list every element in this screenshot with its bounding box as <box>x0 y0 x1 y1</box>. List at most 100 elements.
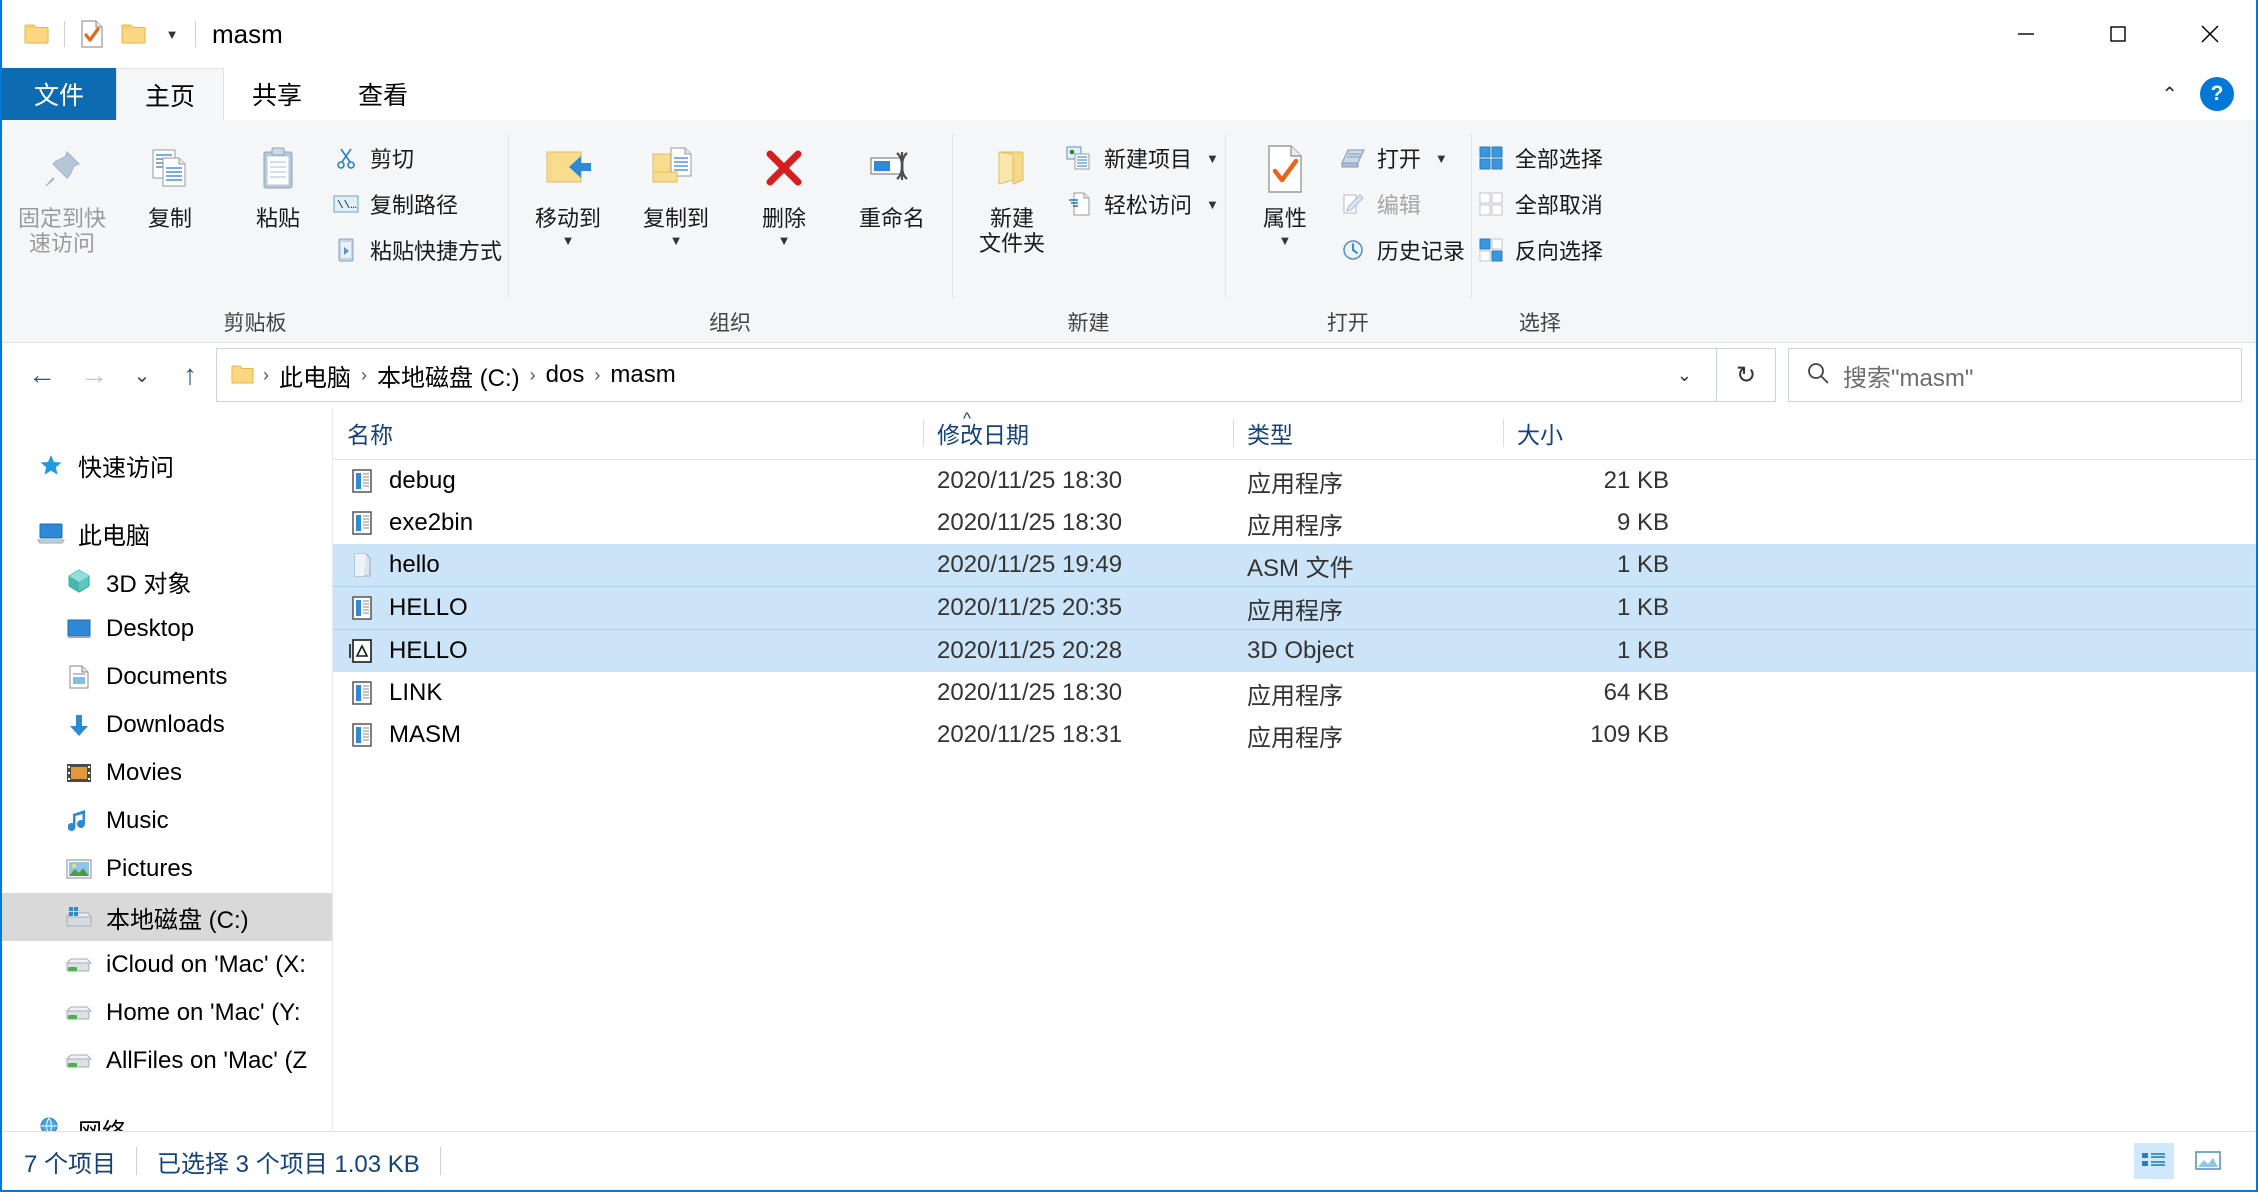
table-row[interactable]: LINK 2020/11/25 18:30 应用程序 64 KB <box>333 672 2256 714</box>
ribbon-group-label-clipboard: 剪贴板 <box>223 312 287 335</box>
sidebar-item-downloads[interactable]: Downloads <box>2 701 332 749</box>
breadcrumb-item-this-pc[interactable]: 此电脑 <box>271 358 359 393</box>
table-row[interactable]: HELLO 2020/11/25 20:35 应用程序 1 KB <box>333 586 2256 629</box>
music-icon <box>64 806 94 836</box>
tab-file[interactable]: 文件 <box>2 68 117 120</box>
large-icons-view-button[interactable] <box>2188 1143 2228 1179</box>
sidebar-item-3d-objects[interactable]: 3D 对象 <box>2 557 332 605</box>
maximize-button[interactable] <box>2072 0 2164 68</box>
new-item-chevron-down-icon[interactable]: ▼ <box>1206 151 1219 166</box>
forward-button[interactable]: → <box>68 349 120 401</box>
sidebar-item-label: 3D 对象 <box>106 570 192 598</box>
properties-icon <box>1263 138 1307 200</box>
table-row[interactable]: debug 2020/11/25 18:30 应用程序 21 KB <box>333 460 2256 502</box>
file-name-label: MASM <box>389 721 461 748</box>
column-header-size[interactable]: 大小 <box>1503 407 1683 459</box>
new-item-button[interactable]: 新建项目 ▼ <box>1066 140 1219 176</box>
sidebar-item-home-on-mac[interactable]: Home on 'Mac' (Y: <box>2 989 332 1037</box>
tab-home[interactable]: 主页 <box>116 68 225 120</box>
sidebar-item-this-pc[interactable]: 此电脑 <box>2 509 332 557</box>
rename-button[interactable]: 重命名 <box>838 132 946 231</box>
select-none-button[interactable]: 全部取消 <box>1477 186 1603 222</box>
table-row[interactable]: exe2bin 2020/11/25 18:30 应用程序 9 KB <box>333 502 2256 544</box>
help-icon[interactable]: ? <box>2200 77 2234 111</box>
sort-ascending-icon: ^ <box>963 409 971 428</box>
file-size-cell: 64 KB <box>1603 679 1669 706</box>
sidebar-item-movies[interactable]: Movies <box>2 749 332 797</box>
move-to-button[interactable]: 移动到 ▼ <box>514 132 622 248</box>
breadcrumb[interactable]: › 此电脑 › 本地磁盘 (C:) › dos › masm ⌄ <box>216 348 1717 402</box>
sidebar-item-music[interactable]: Music <box>2 797 332 845</box>
tab-view[interactable]: 查看 <box>330 68 436 120</box>
sidebar-item-pictures[interactable]: Pictures <box>2 845 332 893</box>
copy-path-button[interactable]: \\… 复制路径 <box>332 186 502 222</box>
paste-button[interactable]: 粘贴 <box>224 132 332 231</box>
pin-to-quick-access-button[interactable]: 固定到快 速访问 <box>8 132 116 257</box>
invert-selection-button[interactable]: 反向选择 <box>1477 232 1603 268</box>
new-folder-icon[interactable] <box>113 13 155 55</box>
ribbon-group-label-new: 新建 <box>1067 312 1110 335</box>
folder-icon[interactable] <box>16 13 58 55</box>
sidebar-item-allfiles-on-mac[interactable]: AllFiles on 'Mac' (Z <box>2 1037 332 1085</box>
close-button[interactable] <box>2164 0 2256 68</box>
details-view-button[interactable] <box>2134 1143 2174 1179</box>
up-button[interactable]: ↑ <box>164 349 216 401</box>
properties-chevron-down-icon[interactable]: ▼ <box>1278 233 1291 248</box>
open-chevron-down-icon[interactable]: ▼ <box>1435 151 1448 166</box>
properties-button[interactable]: 属性 ▼ <box>1231 132 1339 248</box>
sidebar-item-network[interactable]: 网络 <box>2 1105 332 1131</box>
title-bar: ▼ masm <box>2 0 2256 68</box>
invert-selection-icon <box>1477 236 1505 264</box>
delete-button[interactable]: 删除 ▼ <box>730 132 838 248</box>
breadcrumb-item-masm[interactable]: masm <box>602 361 683 389</box>
file-name-label: HELLO <box>389 637 468 664</box>
breadcrumb-item-local-disk[interactable]: 本地磁盘 (C:) <box>369 358 528 393</box>
open-button[interactable]: 打开 ▼ <box>1339 140 1465 176</box>
sidebar-item-label: 网络 <box>78 1112 126 1132</box>
move-to-chevron-down-icon[interactable]: ▼ <box>562 233 575 248</box>
application-icon <box>347 466 377 496</box>
copy-path-icon: \\… <box>332 190 360 218</box>
sidebar-item-quick-access[interactable]: 快速访问 <box>2 441 332 489</box>
collapse-ribbon-chevron-up-icon[interactable]: ⌃ <box>2161 82 2178 107</box>
properties-label: 属性 <box>1262 206 1307 231</box>
application-icon <box>347 593 377 623</box>
recent-locations-chevron-down-icon[interactable]: ⌄ <box>120 349 164 401</box>
paste-shortcut-button[interactable]: 粘贴快捷方式 <box>332 232 502 268</box>
sidebar-item-desktop[interactable]: Desktop <box>2 605 332 653</box>
delete-chevron-down-icon[interactable]: ▼ <box>778 233 791 248</box>
sidebar-item-local-disk-c[interactable]: 本地磁盘 (C:) <box>2 893 332 941</box>
table-row[interactable]: MASM 2020/11/25 18:31 应用程序 109 KB <box>333 714 2256 756</box>
easy-access-button[interactable]: 轻松访问 ▼ <box>1066 186 1219 222</box>
new-folder-button[interactable]: 新建 文件夹 <box>958 132 1066 257</box>
address-dropdown-chevron-down-icon[interactable]: ⌄ <box>1663 365 1706 386</box>
edit-button[interactable]: 编辑 <box>1339 186 1465 222</box>
network-drive-icon <box>64 1046 94 1076</box>
table-row[interactable]: hello 2020/11/25 19:49 ASM 文件 1 KB <box>333 544 2256 586</box>
paste-label: 粘贴 <box>255 206 300 231</box>
history-button[interactable]: 历史记录 <box>1339 232 1465 268</box>
search-box[interactable]: 搜索"masm" <box>1788 348 2242 402</box>
customize-toolbar-chevron-down-icon[interactable]: ▼ <box>155 13 189 55</box>
search-input[interactable]: 搜索"masm" <box>1843 358 1973 393</box>
copy-to-chevron-down-icon[interactable]: ▼ <box>670 233 683 248</box>
refresh-button[interactable]: ↻ <box>1717 348 1776 402</box>
table-row[interactable]: HELLO 2020/11/25 20:28 3D Object 1 KB <box>333 629 2256 672</box>
copy-to-button[interactable]: 复制到 ▼ <box>622 132 730 248</box>
caption-buttons <box>1980 0 2256 68</box>
cut-button[interactable]: 剪切 <box>332 140 502 176</box>
easy-access-label: 轻松访问 <box>1104 193 1193 218</box>
column-header-name[interactable]: 名称 <box>333 407 923 459</box>
minimize-button[interactable] <box>1980 0 2072 68</box>
easy-access-chevron-down-icon[interactable]: ▼ <box>1206 197 1219 212</box>
sidebar-item-documents[interactable]: Documents <box>2 653 332 701</box>
copy-button[interactable]: 复制 <box>116 132 224 231</box>
breadcrumb-item-dos[interactable]: dos <box>538 361 593 389</box>
column-header-type[interactable]: 类型 <box>1233 407 1503 459</box>
properties-icon[interactable] <box>71 13 113 55</box>
back-button[interactable]: ← <box>16 349 68 401</box>
ribbon-tabs: 文件 主页 共享 查看 ⌃ ? <box>2 68 2256 120</box>
sidebar-item-icloud-on-mac[interactable]: iCloud on 'Mac' (X: <box>2 941 332 989</box>
tab-share[interactable]: 共享 <box>224 68 330 120</box>
select-all-button[interactable]: 全部选择 <box>1477 140 1603 176</box>
